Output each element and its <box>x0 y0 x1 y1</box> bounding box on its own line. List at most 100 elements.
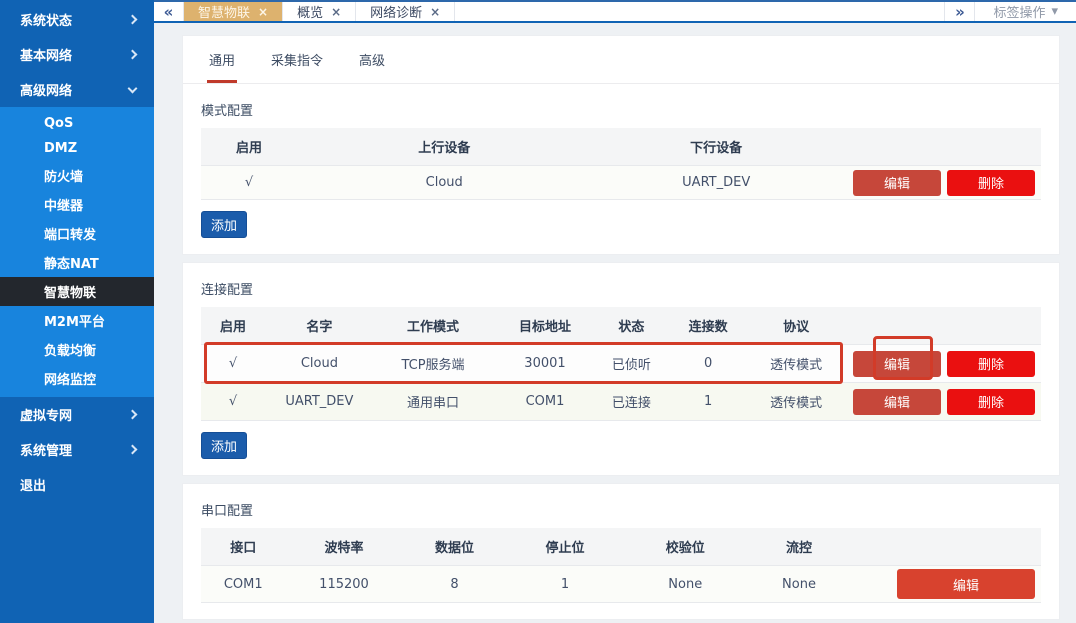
delete-button[interactable]: 删除 <box>947 170 1035 196</box>
sidebar-item-m2m-platform[interactable]: M2M平台 <box>0 306 154 335</box>
sidebar-item-dmz[interactable]: DMZ <box>0 136 154 161</box>
work-mode-value: 通用串口 <box>374 383 492 420</box>
tabs-scroll-right-icon[interactable]: » <box>944 2 974 21</box>
tab-general[interactable]: 通用 <box>207 36 237 83</box>
sidebar-item-label: 防火墙 <box>44 166 83 185</box>
sidebar-item-basic-network[interactable]: 基本网络 <box>0 37 154 72</box>
tab-smart-iot[interactable]: 智慧物联 × <box>184 2 283 21</box>
sidebar-item-smart-iot[interactable]: 智慧物联 <box>0 277 154 306</box>
tab-operations-dropdown[interactable]: 标签操作 ▾ <box>974 2 1076 21</box>
tab-advanced[interactable]: 高级 <box>357 36 387 83</box>
chevron-right-icon <box>128 50 138 60</box>
chevron-down-icon <box>128 83 138 93</box>
table-row: √ Cloud TCP服务端 30001 已侦听 0 透传模式 编辑 <box>201 345 1041 383</box>
sidebar-item-qos[interactable]: QoS <box>0 111 154 136</box>
connection-config-table: 启用 名字 工作模式 目标地址 状态 连接数 协议 <box>201 307 1041 421</box>
down-device-value: UART_DEV <box>591 166 841 199</box>
name-value: Cloud <box>265 347 374 380</box>
close-icon[interactable]: × <box>331 5 341 19</box>
content-tabs: 通用 采集指令 高级 <box>183 36 1059 84</box>
column-header: 接口 <box>201 528 286 565</box>
edit-button[interactable]: 编辑 <box>853 389 941 415</box>
caret-down-icon: ▾ <box>1051 4 1058 19</box>
tab-strip: « 智慧物联 × 概览 × 网络诊断 × » 标签操作 ▾ <box>154 0 1076 23</box>
section-title-mode-config: 模式配置 <box>183 84 1059 128</box>
column-header: 启用 <box>201 307 265 344</box>
enabled-checkmark: √ <box>201 385 265 418</box>
sidebar-item-vpn[interactable]: 虚拟专网 <box>0 397 154 432</box>
content-area: 通用 采集指令 高级 模式配置 启用 上行设备 下行设备 <box>154 23 1076 623</box>
name-value: UART_DEV <box>265 385 374 418</box>
chevron-right-icon <box>128 15 138 25</box>
tab-network-diagnostics[interactable]: 网络诊断 × <box>356 2 455 21</box>
column-header: 流控 <box>747 528 851 565</box>
sidebar-item-load-balancing[interactable]: 负载均衡 <box>0 335 154 364</box>
sidebar: 系统状态 基本网络 高级网络 QoS DMZ 防火墙 中继器 端口转 <box>0 0 154 623</box>
column-header: 目标地址 <box>492 307 598 344</box>
serial-config-card: 串口配置 接口 波特率 数据位 停止位 校验位 流控 <box>182 483 1060 620</box>
sidebar-item-label: DMZ <box>44 141 77 156</box>
stop-bits-value: 1 <box>507 568 624 601</box>
close-icon[interactable]: × <box>430 5 440 19</box>
status-value: 已连接 <box>598 383 665 420</box>
status-value: 已侦听 <box>598 345 665 382</box>
tab-overview[interactable]: 概览 × <box>283 2 356 21</box>
sidebar-item-static-nat[interactable]: 静态NAT <box>0 248 154 277</box>
enabled-checkmark: √ <box>201 347 265 380</box>
column-header: 工作模式 <box>374 307 492 344</box>
sidebar-item-label: 退出 <box>20 475 46 494</box>
sidebar-item-label: 端口转发 <box>44 224 96 243</box>
column-header: 波特率 <box>286 528 403 565</box>
target-address-value: COM1 <box>492 385 598 418</box>
sidebar-item-firewall[interactable]: 防火墙 <box>0 161 154 190</box>
mode-config-table: 启用 上行设备 下行设备 √ Cloud UART_DEV <box>201 128 1041 200</box>
column-header: 状态 <box>598 307 665 344</box>
delete-button[interactable]: 删除 <box>947 351 1035 377</box>
serial-config-table: 接口 波特率 数据位 停止位 校验位 流控 COM1 115200 <box>201 528 1041 603</box>
sidebar-item-system-management[interactable]: 系统管理 <box>0 432 154 467</box>
add-connection-button[interactable]: 添加 <box>201 432 247 459</box>
advanced-network-submenu: QoS DMZ 防火墙 中继器 端口转发 静态NAT 智慧物联 M2M平台 <box>0 107 154 397</box>
data-bits-value: 8 <box>403 568 507 601</box>
flow-control-value: None <box>747 568 851 601</box>
tab-collect-commands[interactable]: 采集指令 <box>269 36 325 83</box>
app-window: 系统状态 基本网络 高级网络 QoS DMZ 防火墙 中继器 端口转 <box>0 0 1076 623</box>
sidebar-item-port-forwarding[interactable]: 端口转发 <box>0 219 154 248</box>
edit-button[interactable]: 编辑 <box>853 351 941 377</box>
protocol-value: 透传模式 <box>751 345 841 382</box>
sidebar-item-label: 高级网络 <box>20 80 72 99</box>
connection-count-value: 1 <box>665 385 751 418</box>
edit-button[interactable]: 编辑 <box>853 170 941 196</box>
tab-operations-label: 标签操作 <box>993 2 1045 21</box>
actions-header-spacer <box>841 307 1041 344</box>
table-row: √ Cloud UART_DEV 编辑 删除 <box>201 166 1041 200</box>
up-device-value: Cloud <box>297 166 591 199</box>
add-mode-button[interactable]: 添加 <box>201 211 247 238</box>
tabs-scroll-left-icon[interactable]: « <box>154 2 184 21</box>
column-header: 连接数 <box>665 307 751 344</box>
column-header: 停止位 <box>507 528 624 565</box>
chevron-right-icon <box>128 445 138 455</box>
column-header: 启用 <box>201 128 297 165</box>
chevron-right-icon <box>128 410 138 420</box>
table-header-row: 启用 名字 工作模式 目标地址 状态 连接数 协议 <box>201 307 1041 345</box>
enabled-checkmark: √ <box>201 166 297 199</box>
actions-header-spacer <box>851 528 1041 565</box>
sidebar-item-repeater[interactable]: 中继器 <box>0 190 154 219</box>
work-mode-value: TCP服务端 <box>374 345 492 382</box>
sidebar-item-logout[interactable]: 退出 <box>0 467 154 502</box>
sidebar-item-label: 网络监控 <box>44 369 96 388</box>
target-address-value: 30001 <box>492 347 598 380</box>
close-icon[interactable]: × <box>258 5 268 19</box>
section-title-connection-config: 连接配置 <box>183 263 1059 307</box>
column-header: 名字 <box>265 307 374 344</box>
sidebar-item-label: QoS <box>44 116 73 131</box>
connection-count-value: 0 <box>665 347 751 380</box>
edit-button[interactable]: 编辑 <box>897 569 1035 599</box>
sidebar-item-network-monitor[interactable]: 网络监控 <box>0 364 154 393</box>
sidebar-item-label: 虚拟专网 <box>20 405 72 424</box>
interface-value: COM1 <box>201 568 286 601</box>
sidebar-item-system-status[interactable]: 系统状态 <box>0 2 154 37</box>
sidebar-item-advanced-network[interactable]: 高级网络 <box>0 72 154 107</box>
delete-button[interactable]: 删除 <box>947 389 1035 415</box>
